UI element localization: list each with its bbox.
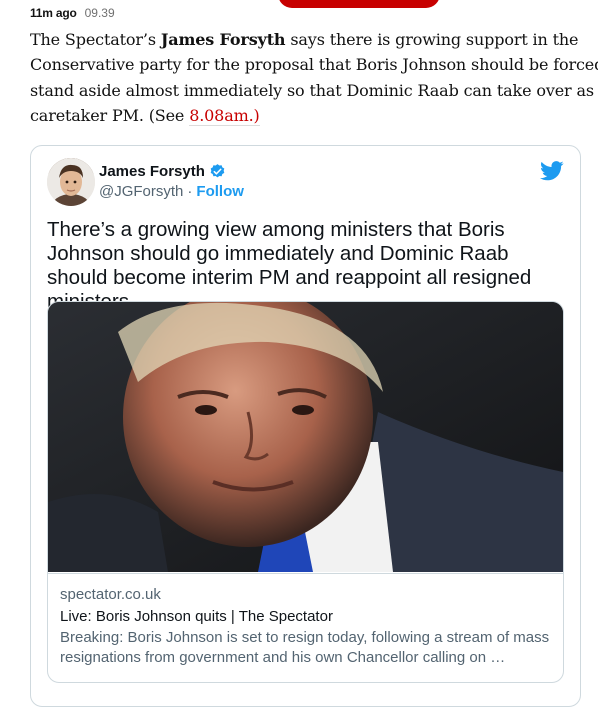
author-name-text: James Forsyth (99, 163, 205, 180)
text-before: The Spectator’s (30, 30, 161, 49)
card-description: Breaking: Boris Johnson is set to resign… (60, 629, 550, 666)
time-ago: 11m ago (30, 6, 77, 20)
embedded-tweet[interactable]: James Forsyth @JGForsyth · Follow There’… (30, 145, 581, 707)
twitter-bird-icon[interactable] (540, 160, 564, 182)
handle-separator: · (187, 183, 193, 200)
author-bold: James Forsyth (160, 30, 286, 49)
time-of-day: 09.39 (84, 6, 115, 20)
tweet-author-name[interactable]: James Forsyth (99, 163, 226, 180)
tweet-handle[interactable]: @JGForsyth (99, 183, 183, 200)
tweet-text: There’s a growing view among ministers t… (47, 218, 532, 313)
entry-body-text: The Spectator’s James Forsyth says there… (30, 27, 598, 128)
tweet-handle-row: @JGForsyth · Follow (99, 183, 244, 200)
entry-crosslink[interactable]: 8.08am.) (189, 105, 260, 126)
card-image (48, 302, 563, 572)
avatar[interactable] (47, 158, 95, 206)
verified-badge-icon (210, 164, 225, 178)
live-marker-tab (278, 0, 440, 8)
follow-button[interactable]: Follow (196, 183, 244, 200)
link-preview-card[interactable]: spectator.co.uk Live: Boris Johnson quit… (47, 301, 564, 683)
entry-timestamp: 11m ago 09.39 (30, 5, 115, 21)
card-title: Live: Boris Johnson quits | The Spectato… (60, 608, 333, 625)
card-domain: spectator.co.uk (60, 586, 161, 603)
card-body: spectator.co.uk Live: Boris Johnson quit… (48, 573, 563, 678)
